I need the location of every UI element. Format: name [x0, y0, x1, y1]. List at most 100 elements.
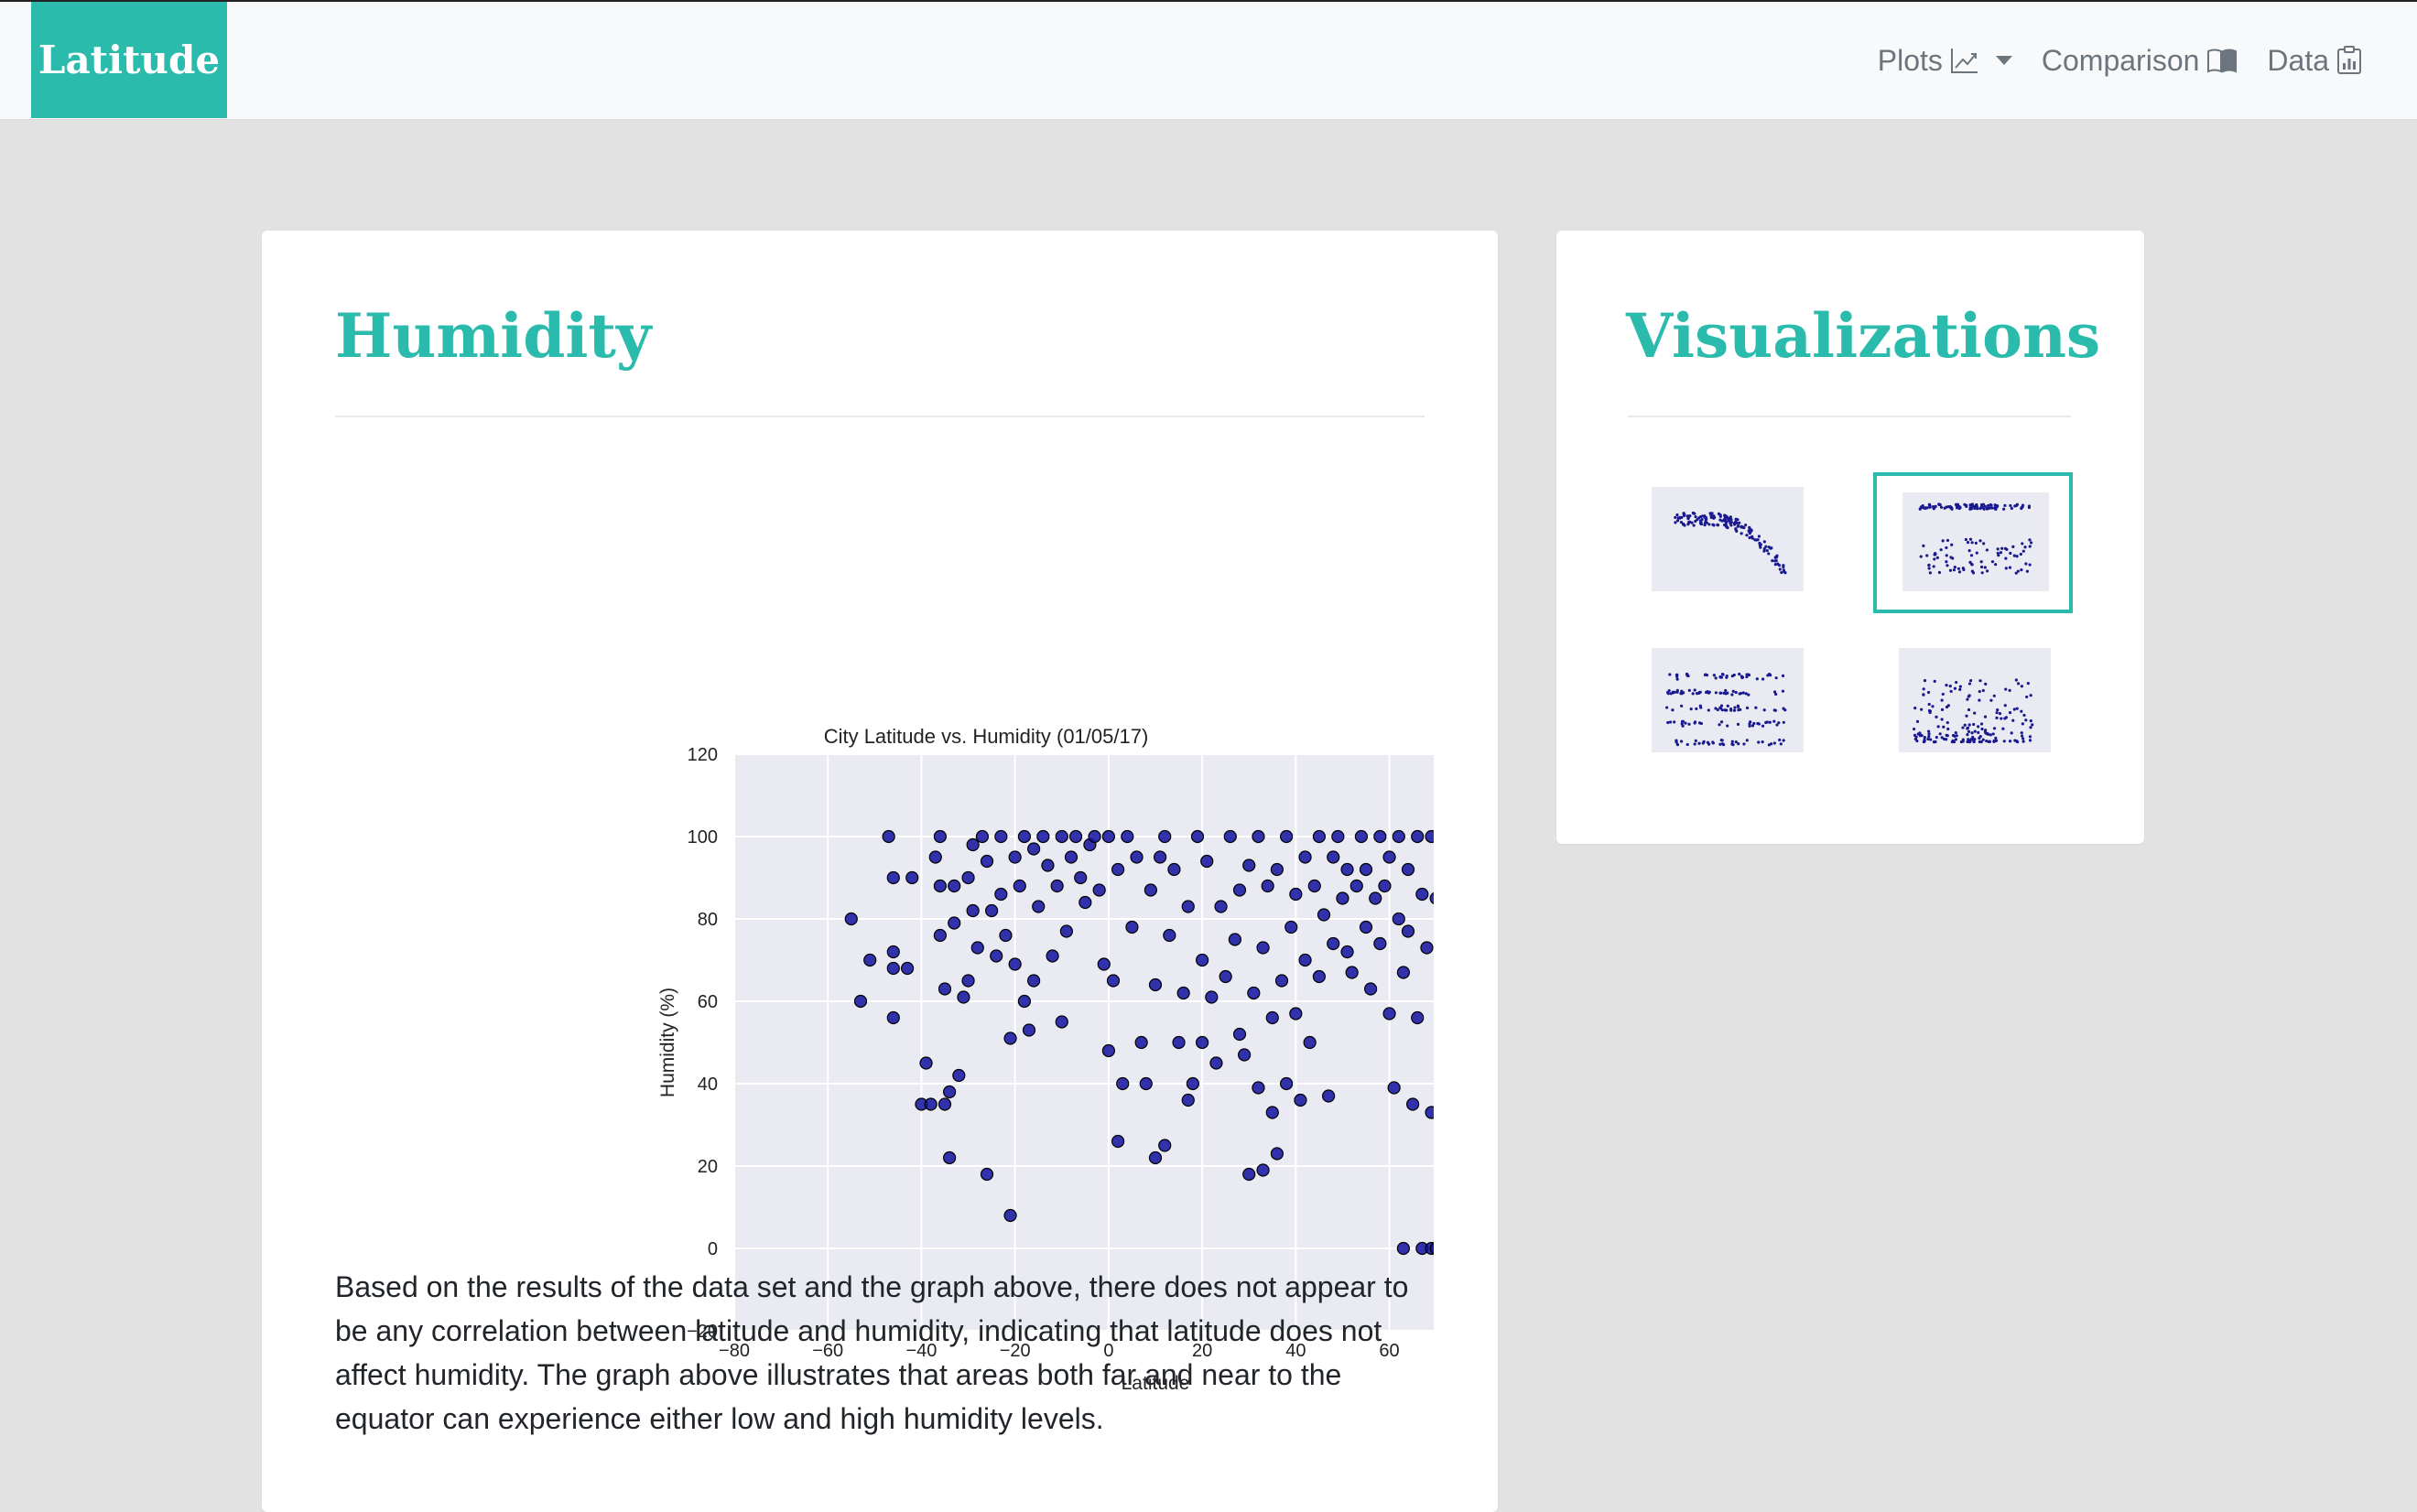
thumbnail-point	[1748, 724, 1751, 728]
thumbnail-point	[1979, 560, 1983, 564]
thumbnail-point	[1967, 707, 1971, 712]
thumbnail-point	[1955, 680, 1958, 685]
thumbnail-point	[2008, 566, 2012, 569]
thumbnail-wind-speed[interactable]	[1877, 637, 2069, 771]
data-point	[1265, 1010, 1279, 1025]
data-point	[1064, 850, 1078, 864]
thumbnail-point	[1958, 687, 1962, 691]
data-point	[1196, 1035, 1209, 1050]
thumbnail-point	[2029, 719, 2032, 723]
thumbnail-point	[1971, 735, 1975, 740]
data-point	[1027, 842, 1041, 856]
data-point	[1196, 953, 1209, 967]
data-point	[1373, 936, 1387, 951]
thumbnail-point	[1734, 690, 1738, 695]
data-point	[1256, 1163, 1270, 1177]
thumbnail-point	[1736, 524, 1740, 528]
data-point	[1232, 1027, 1247, 1042]
data-point	[1270, 1147, 1284, 1161]
thumbnail-cloudiness[interactable]	[1639, 637, 1831, 771]
thumbnail-point	[1693, 688, 1696, 692]
thumbnail-point	[1933, 679, 1936, 683]
thumbnail-point	[1675, 673, 1679, 676]
thumbnail-point	[1680, 689, 1684, 693]
thumbnail-point	[1956, 505, 1960, 510]
data-point	[1078, 895, 1092, 910]
thumbnail-point	[1946, 727, 1950, 731]
thumbnail-point	[2015, 502, 2020, 506]
thumbnail-point	[1985, 548, 1989, 552]
thumbnail-point	[1964, 537, 1967, 542]
thumbnail-point	[1687, 722, 1691, 726]
thumbnail-point	[1926, 737, 1930, 741]
data-point	[1307, 879, 1321, 893]
thumbnail-point	[1783, 569, 1786, 574]
thumbnail-point	[1994, 563, 1998, 567]
data-point	[1284, 920, 1298, 934]
data-point	[1092, 883, 1106, 897]
data-point	[1209, 1056, 1223, 1070]
thumbnail-point	[1719, 704, 1724, 707]
data-point	[1387, 1081, 1401, 1095]
thumbnail-point	[1730, 693, 1734, 697]
thumbnail-point	[1966, 732, 1969, 737]
data-point	[1252, 829, 1265, 844]
thumbnail-point	[1733, 706, 1737, 709]
thumbnail-point	[2003, 704, 2007, 707]
thumbnail-point	[1923, 740, 1926, 743]
thumbnail-point	[2021, 722, 2024, 726]
thumbnail-point	[1922, 693, 1925, 697]
thumbnail-point	[1946, 720, 1949, 725]
thumbnail-max-temperature[interactable]	[1639, 476, 1831, 610]
thumbnail-humidity[interactable]	[1873, 472, 2073, 613]
thumbnail-point	[1718, 518, 1722, 522]
thumbnail-point	[2004, 556, 2008, 560]
thumbnail-point	[1766, 674, 1770, 677]
data-point	[1359, 862, 1373, 877]
nav-item-comparison[interactable]: Comparison	[2042, 44, 2238, 78]
thumbnail-point	[2029, 726, 2032, 729]
thumbnail-point	[1954, 738, 1958, 741]
thumbnail-point	[1782, 565, 1785, 569]
data-point	[1298, 953, 1312, 967]
nav-item-data[interactable]: Data	[2267, 44, 2362, 78]
thumbnail-point	[1941, 692, 1945, 697]
thumbnail-point	[1757, 535, 1761, 538]
nav-menu: Plots Comparison Data	[1878, 2, 2362, 119]
thumbnail-point	[2004, 567, 2008, 570]
thumbnail-point	[1694, 515, 1697, 519]
thumbnail-point	[2029, 694, 2032, 697]
data-point	[919, 1056, 933, 1070]
thumbnail-point	[1963, 502, 1967, 506]
thumbnail-point	[1977, 725, 1980, 729]
data-point	[1247, 986, 1261, 1000]
thumbnail-point	[1959, 740, 1963, 744]
data-point	[1050, 879, 1064, 893]
data-point	[1032, 900, 1046, 913]
thumbnail-point	[1989, 698, 1993, 702]
brand-logo[interactable]: Latitude	[31, 2, 227, 118]
nav-item-plots[interactable]: Plots	[1878, 44, 2012, 78]
thumbnail-point	[1983, 566, 1987, 569]
thumbnail-point	[1980, 502, 1984, 507]
thumbnail-point	[2024, 562, 2028, 566]
data-point	[1046, 949, 1059, 963]
navbar: Latitude Plots Comparison Data	[0, 2, 2417, 120]
y-tick-label: 20	[698, 1157, 718, 1177]
nav-item-comparison-label: Comparison	[2041, 43, 2200, 77]
data-point	[1327, 936, 1340, 951]
thumbnail-point	[1712, 674, 1716, 677]
thumbnail-point	[2000, 717, 2003, 720]
chart-title: City Latitude vs. Humidity (01/05/17)	[824, 725, 1149, 748]
data-point	[1003, 1208, 1017, 1223]
y-tick-label: 40	[698, 1075, 718, 1095]
thumbnail-point	[1935, 715, 1938, 719]
thumbnail-point	[2003, 717, 2007, 720]
thumbnail-point	[1984, 729, 1988, 732]
data-point	[1223, 829, 1237, 844]
thumbnail-point	[1922, 687, 1925, 691]
line-chart-icon	[1950, 47, 1979, 74]
y-tick-label: 80	[698, 910, 718, 930]
thumbnail-point	[1712, 524, 1716, 527]
thumbnail-point	[1968, 506, 1972, 510]
